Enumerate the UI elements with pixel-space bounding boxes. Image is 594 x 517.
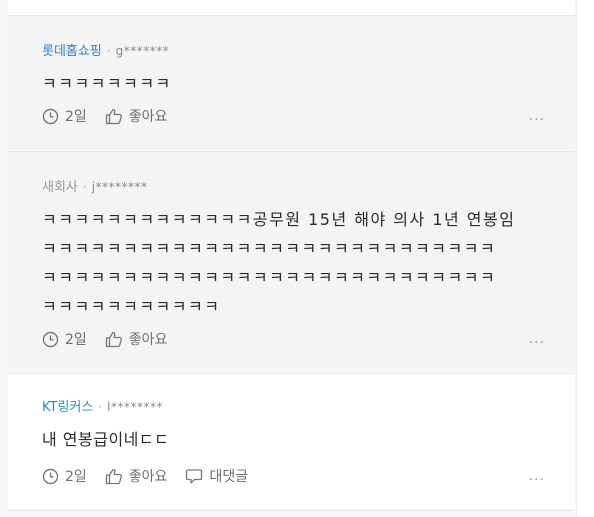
comment-text: 내 연봉급이네ㄷㄷ	[42, 430, 170, 449]
clock-icon	[42, 468, 59, 484]
time-text: 2일	[65, 332, 87, 348]
reply-comment: 롯데홈쇼핑 · g******* ㅋㅋㅋㅋㅋㅋㅋㅋ 2일 좋아요 ...	[8, 16, 575, 150]
comment-text: ㅋㅋㅋㅋㅋㅋㅋㅋㅋㅋㅋㅋㅋ공무원 15년 해야 의사 1년 연봉임 ㅋㅋㅋㅋㅋㅋ…	[42, 210, 516, 316]
like-button[interactable]: 좋아요	[105, 106, 168, 126]
like-label: 좋아요	[128, 109, 168, 125]
like-button[interactable]: 좋아요	[105, 329, 168, 349]
reply-comment: 새회사 · j******** ㅋㅋㅋㅋㅋㅋㅋㅋㅋㅋㅋㅋㅋ공무원 15년 해야 …	[8, 152, 575, 372]
timestamp: 2일	[42, 329, 87, 349]
like-label: 좋아요	[128, 332, 168, 348]
author-name[interactable]: 롯데홈쇼핑	[42, 43, 102, 61]
comment-actions: 2일 좋아요	[42, 106, 185, 126]
user-id: j********	[91, 180, 148, 194]
comment: KT링커스 · l******** 내 연봉급이네ㄷㄷ 2일 좋아요 대댓글 .…	[8, 374, 575, 510]
comment-feed: 롯데홈쇼핑 · g******* ㅋㅋㅋㅋㅋㅋㅋㅋ 2일 좋아요 ... 새회사…	[0, 0, 575, 517]
like-label: 좋아요	[128, 469, 168, 485]
timestamp: 2일	[42, 106, 87, 126]
comment-actions: 2일 좋아요	[42, 329, 185, 349]
comment-actions: 2일 좋아요 대댓글	[42, 466, 266, 486]
separator-dot: ·	[82, 180, 87, 194]
thumbs-up-icon	[105, 331, 122, 347]
time-text: 2일	[65, 469, 87, 485]
comment-header: 롯데홈쇼핑 · g*******	[42, 42, 575, 61]
author-name[interactable]: 새회사	[42, 179, 78, 197]
separator-dot: ·	[106, 44, 111, 58]
clock-icon	[42, 331, 59, 347]
comment-text: ㅋㅋㅋㅋㅋㅋㅋㅋ	[42, 74, 172, 93]
thumbs-up-icon	[105, 108, 122, 124]
author-name[interactable]: KT링커스	[42, 399, 93, 417]
timestamp: 2일	[42, 466, 87, 486]
comment-header: KT링커스 · l********	[42, 398, 575, 417]
reply-label: 대댓글	[209, 469, 249, 485]
user-id: l********	[107, 400, 164, 414]
more-options-button[interactable]: ...	[529, 331, 545, 347]
previous-item-edge	[8, 0, 575, 15]
like-button[interactable]: 좋아요	[105, 466, 168, 486]
thumbs-up-icon	[105, 468, 122, 484]
clock-icon	[42, 108, 59, 124]
reply-button[interactable]: 대댓글	[185, 466, 248, 486]
user-id: g*******	[115, 44, 170, 58]
right-panel-edge	[576, 0, 594, 517]
separator-dot: ·	[98, 400, 103, 414]
more-options-button[interactable]: ...	[529, 108, 545, 124]
speech-bubble-icon	[186, 468, 203, 484]
divider	[8, 510, 575, 511]
time-text: 2일	[65, 109, 87, 125]
comment-header: 새회사 · j********	[42, 178, 575, 197]
more-options-button[interactable]: ...	[529, 468, 545, 484]
